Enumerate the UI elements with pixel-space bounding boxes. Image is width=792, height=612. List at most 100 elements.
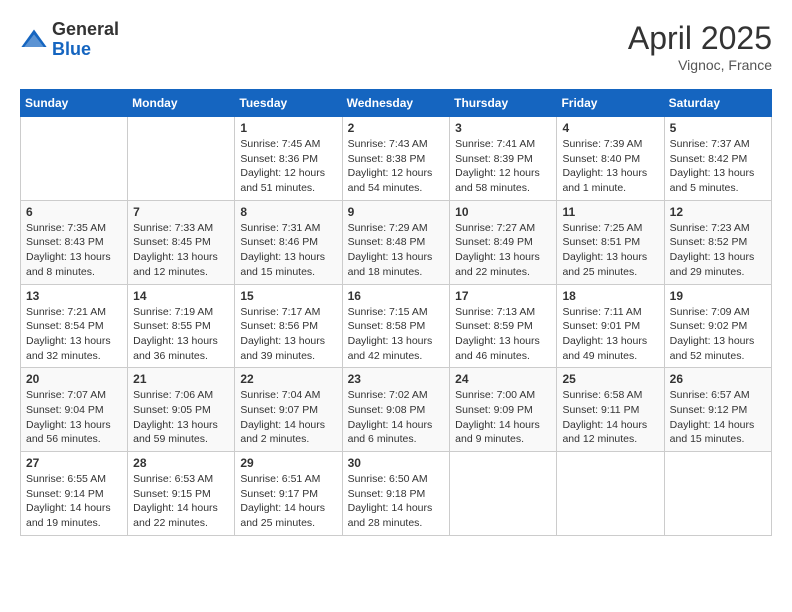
- day-info: Sunrise: 7:04 AMSunset: 9:07 PMDaylight:…: [240, 388, 336, 447]
- day-cell: 9 Sunrise: 7:29 AMSunset: 8:48 PMDaylight…: [342, 200, 450, 284]
- day-info: Sunrise: 7:37 AMSunset: 8:42 PMDaylight:…: [670, 137, 766, 196]
- day-cell: [21, 117, 128, 201]
- day-number: 10: [455, 205, 551, 219]
- day-number: 1: [240, 121, 336, 135]
- day-cell: 24 Sunrise: 7:00 AMSunset: 9:09 PMDayligh…: [450, 368, 557, 452]
- header-day-wednesday: Wednesday: [342, 90, 450, 117]
- day-cell: 14Sunrise: 7:19 AMSunset: 8:55 PMDayligh…: [128, 284, 235, 368]
- day-info: Sunrise: 7:13 AMSunset: 8:59 PMDaylight:…: [455, 305, 551, 364]
- logo-icon: [20, 26, 48, 54]
- day-info: Sunrise: 7:29 AMSunset: 8:48 PMDaylight:…: [348, 221, 445, 280]
- day-cell: 22Sunrise: 7:04 AMSunset: 9:07 PMDayligh…: [235, 368, 342, 452]
- day-number: 8: [240, 205, 336, 219]
- day-cell: 17 Sunrise: 7:13 AMSunset: 8:59 PMDayligh…: [450, 284, 557, 368]
- week-row-3: 13 Sunrise: 7:21 AMSunset: 8:54 PMDayligh…: [21, 284, 772, 368]
- day-number: 5: [670, 121, 766, 135]
- day-cell: 8 Sunrise: 7:31 AMSunset: 8:46 PMDaylight…: [235, 200, 342, 284]
- day-number: 9: [348, 205, 445, 219]
- day-number: 11: [562, 205, 658, 219]
- day-number: 23: [348, 372, 445, 386]
- day-number: 7: [133, 205, 229, 219]
- day-cell: 15Sunrise: 7:17 AMSunset: 8:56 PMDayligh…: [235, 284, 342, 368]
- day-info: Sunrise: 7:11 AMSunset: 9:01 PMDaylight:…: [562, 305, 658, 364]
- day-cell: [664, 452, 771, 536]
- week-row-1: 1 Sunrise: 7:45 AMSunset: 8:36 PMDaylight…: [21, 117, 772, 201]
- day-cell: 13 Sunrise: 7:21 AMSunset: 8:54 PMDayligh…: [21, 284, 128, 368]
- logo-blue-text: Blue: [52, 40, 119, 60]
- day-cell: [557, 452, 664, 536]
- day-info: Sunrise: 7:07 AMSunset: 9:04 PMDaylight:…: [26, 388, 122, 447]
- header-day-thursday: Thursday: [450, 90, 557, 117]
- day-cell: 20 Sunrise: 7:07 AMSunset: 9:04 PMDayligh…: [21, 368, 128, 452]
- day-cell: 11 Sunrise: 7:25 AMSunset: 8:51 PMDayligh…: [557, 200, 664, 284]
- logo-general-text: General: [52, 20, 119, 40]
- day-number: 2: [348, 121, 445, 135]
- day-cell: 10 Sunrise: 7:27 AMSunset: 8:49 PMDayligh…: [450, 200, 557, 284]
- day-number: 28: [133, 456, 229, 470]
- day-cell: 18Sunrise: 7:11 AMSunset: 9:01 PMDayligh…: [557, 284, 664, 368]
- week-row-4: 20 Sunrise: 7:07 AMSunset: 9:04 PMDayligh…: [21, 368, 772, 452]
- day-cell: 3 Sunrise: 7:41 AMSunset: 8:39 PMDaylight…: [450, 117, 557, 201]
- day-number: 21: [133, 372, 229, 386]
- day-info: Sunrise: 7:35 AMSunset: 8:43 PMDaylight:…: [26, 221, 122, 280]
- day-cell: [450, 452, 557, 536]
- day-cell: 5 Sunrise: 7:37 AMSunset: 8:42 PMDaylight…: [664, 117, 771, 201]
- logo-text: General Blue: [52, 20, 119, 60]
- title-block: April 2025 Vignoc, France: [628, 20, 772, 73]
- day-number: 27: [26, 456, 122, 470]
- day-info: Sunrise: 7:33 AMSunset: 8:45 PMDaylight:…: [133, 221, 229, 280]
- day-number: 12: [670, 205, 766, 219]
- day-number: 30: [348, 456, 445, 470]
- day-info: Sunrise: 7:39 AMSunset: 8:40 PMDaylight:…: [562, 137, 658, 196]
- day-info: Sunrise: 7:25 AMSunset: 8:51 PMDaylight:…: [562, 221, 658, 280]
- day-number: 29: [240, 456, 336, 470]
- day-number: 19: [670, 289, 766, 303]
- day-info: Sunrise: 7:27 AMSunset: 8:49 PMDaylight:…: [455, 221, 551, 280]
- day-info: Sunrise: 7:23 AMSunset: 8:52 PMDaylight:…: [670, 221, 766, 280]
- day-info: Sunrise: 7:41 AMSunset: 8:39 PMDaylight:…: [455, 137, 551, 196]
- day-cell: 25Sunrise: 6:58 AMSunset: 9:11 PMDayligh…: [557, 368, 664, 452]
- day-cell: 12 Sunrise: 7:23 AMSunset: 8:52 PMDayligh…: [664, 200, 771, 284]
- calendar-body: 1 Sunrise: 7:45 AMSunset: 8:36 PMDaylight…: [21, 117, 772, 536]
- week-row-5: 27Sunrise: 6:55 AMSunset: 9:14 PMDayligh…: [21, 452, 772, 536]
- day-cell: 30 Sunrise: 6:50 AMSunset: 9:18 PMDayligh…: [342, 452, 450, 536]
- day-cell: 19 Sunrise: 7:09 AMSunset: 9:02 PMDayligh…: [664, 284, 771, 368]
- day-number: 17: [455, 289, 551, 303]
- day-cell: 7 Sunrise: 7:33 AMSunset: 8:45 PMDaylight…: [128, 200, 235, 284]
- day-cell: 6Sunrise: 7:35 AMSunset: 8:43 PMDaylight…: [21, 200, 128, 284]
- day-cell: 29 Sunrise: 6:51 AMSunset: 9:17 PMDayligh…: [235, 452, 342, 536]
- day-number: 16: [348, 289, 445, 303]
- day-number: 4: [562, 121, 658, 135]
- header-day-tuesday: Tuesday: [235, 90, 342, 117]
- calendar-location: Vignoc, France: [628, 57, 772, 73]
- day-number: 24: [455, 372, 551, 386]
- day-info: Sunrise: 6:58 AMSunset: 9:11 PMDaylight:…: [562, 388, 658, 447]
- day-cell: 27Sunrise: 6:55 AMSunset: 9:14 PMDayligh…: [21, 452, 128, 536]
- day-info: Sunrise: 6:50 AMSunset: 9:18 PMDaylight:…: [348, 472, 445, 531]
- day-info: Sunrise: 7:09 AMSunset: 9:02 PMDaylight:…: [670, 305, 766, 364]
- day-info: Sunrise: 7:00 AMSunset: 9:09 PMDaylight:…: [455, 388, 551, 447]
- header-row: SundayMondayTuesdayWednesdayThursdayFrid…: [21, 90, 772, 117]
- calendar-table: SundayMondayTuesdayWednesdayThursdayFrid…: [20, 89, 772, 536]
- day-info: Sunrise: 7:43 AMSunset: 8:38 PMDaylight:…: [348, 137, 445, 196]
- day-cell: 28Sunrise: 6:53 AMSunset: 9:15 PMDayligh…: [128, 452, 235, 536]
- header-day-monday: Monday: [128, 90, 235, 117]
- day-number: 14: [133, 289, 229, 303]
- day-number: 13: [26, 289, 122, 303]
- header-day-sunday: Sunday: [21, 90, 128, 117]
- day-info: Sunrise: 7:31 AMSunset: 8:46 PMDaylight:…: [240, 221, 336, 280]
- day-number: 3: [455, 121, 551, 135]
- day-cell: 4 Sunrise: 7:39 AMSunset: 8:40 PMDaylight…: [557, 117, 664, 201]
- day-cell: 1 Sunrise: 7:45 AMSunset: 8:36 PMDaylight…: [235, 117, 342, 201]
- day-info: Sunrise: 7:21 AMSunset: 8:54 PMDaylight:…: [26, 305, 122, 364]
- day-info: Sunrise: 6:51 AMSunset: 9:17 PMDaylight:…: [240, 472, 336, 531]
- day-info: Sunrise: 6:57 AMSunset: 9:12 PMDaylight:…: [670, 388, 766, 447]
- page-header: General Blue April 2025 Vignoc, France: [20, 20, 772, 73]
- day-number: 20: [26, 372, 122, 386]
- day-info: Sunrise: 7:17 AMSunset: 8:56 PMDaylight:…: [240, 305, 336, 364]
- calendar-header: SundayMondayTuesdayWednesdayThursdayFrid…: [21, 90, 772, 117]
- day-cell: [128, 117, 235, 201]
- logo: General Blue: [20, 20, 119, 60]
- day-info: Sunrise: 7:45 AMSunset: 8:36 PMDaylight:…: [240, 137, 336, 196]
- calendar-title: April 2025: [628, 20, 772, 57]
